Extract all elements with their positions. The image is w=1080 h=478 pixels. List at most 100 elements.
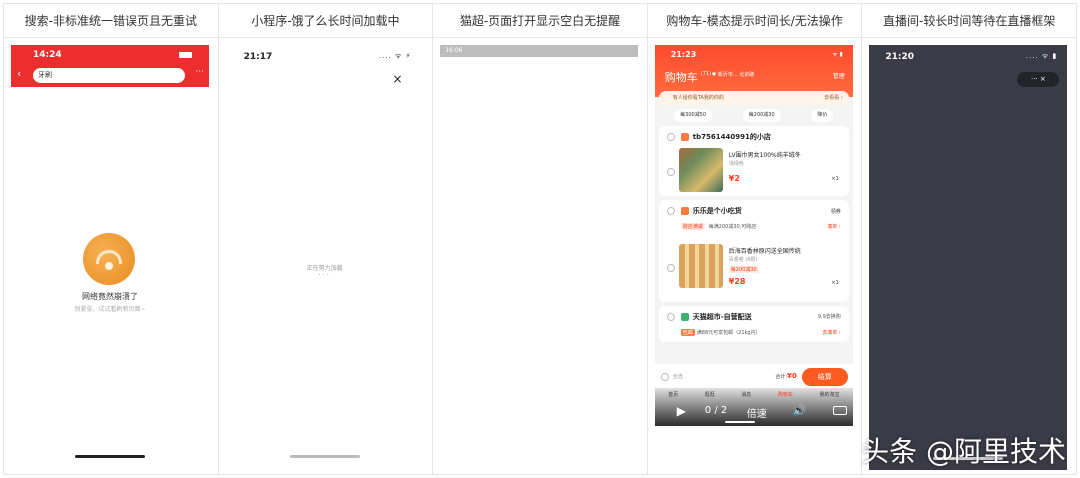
tab-mine[interactable]: 我的淘宝 — [819, 391, 839, 398]
tmall-icon — [680, 313, 689, 321]
notice-more[interactable]: 去看看 › — [824, 91, 843, 105]
product-qty[interactable]: ×1 — [831, 176, 838, 182]
shop-name[interactable]: 乐乐是个小吃货 — [693, 206, 742, 216]
status-time: 21:17 — [243, 52, 273, 62]
column-live: 直播间-较长时间等待在直播框架 21:20 .... ᯤ ▮ ··· × — [862, 4, 1077, 475]
live-room-screenshot: 21:20 .... ᯤ ▮ ··· × — [869, 45, 1068, 470]
checkout-button[interactable]: 结算 — [801, 368, 848, 386]
item-checkbox[interactable] — [666, 168, 675, 176]
total: 合计:¥0 — [775, 372, 797, 380]
back-arrow-icon[interactable]: ‹ — [17, 67, 21, 80]
status-time: 14:24 — [33, 50, 62, 60]
tab-bar: 首页 逛逛 消息 购物车 我的淘宝 — [655, 391, 853, 398]
pip-icon[interactable] — [832, 406, 847, 415]
manage-button[interactable]: 管理 — [833, 71, 845, 80]
tab-explore[interactable]: 逛逛 — [705, 391, 715, 398]
cart-count: (71) — [700, 71, 712, 77]
error-subtitle: 别紧张，试试看刷新页面~ — [74, 306, 146, 313]
error-title: 网络竟然崩溃了 — [82, 292, 138, 301]
coupon-chip[interactable]: 每300减50 — [674, 109, 713, 122]
cart-header: 21:23 ᯤ ▮ 购物车 (71) ♥ 新沂市... 北京路 管理 — [654, 45, 853, 97]
product-name[interactable]: LV围巾男女100%纯羊绒冬 — [729, 150, 801, 159]
product-image[interactable] — [678, 148, 723, 192]
shop-card: tb7561440991的小店 LV围巾男女100%纯羊绒冬 浅绿色 ¥2 ×1 — [658, 126, 849, 196]
close-icon[interactable]: × — [393, 72, 403, 86]
add-items-link[interactable]: 去凑单 › — [822, 329, 841, 336]
page-title: 购物车 — [664, 71, 698, 84]
status-bar: 16:06 — [440, 45, 639, 57]
product-spec[interactable]: 百香卷 (6根) — [729, 256, 758, 263]
column-search: 搜索-非标准统一错误页且无重试 14:24 ‹ 牙刷 ··· 网络竟然崩溃了 别… — [4, 4, 219, 475]
status-icons: .... ᯤ ▮ — [1025, 52, 1058, 60]
comparison-grid: 搜索-非标准统一错误页且无重试 14:24 ‹ 牙刷 ··· 网络竟然崩溃了 别… — [3, 3, 1077, 475]
column-title: 直播间-较长时间等待在直播框架 — [862, 4, 1076, 38]
column-title: 猫超-页面打开显示空白无提醒 — [433, 4, 647, 38]
volume-icon[interactable]: 🔊 — [793, 404, 807, 417]
network-crash-icon — [83, 233, 135, 285]
column-miniprogram: 小程序-饿了么长时间加载中 21:17 .... ᯤ ⚡ × 正在努力加载 ··… — [218, 4, 434, 475]
status-time: 21:20 — [885, 52, 915, 62]
search-header: 14:24 ‹ 牙刷 ··· — [11, 45, 209, 87]
column-title: 小程序-饿了么长时间加载中 — [218, 4, 433, 38]
shop-icon — [680, 207, 689, 215]
play-icon[interactable]: ▶ — [677, 404, 686, 418]
cart-screenshot: 21:23 ᯤ ▮ 购物车 (71) ♥ 新沂市... 北京路 管理 有人给你看… — [654, 45, 853, 426]
watermark: 头条 @阿里技术 — [861, 435, 1066, 468]
status-icons: .... ᯤ ⚡ — [378, 52, 412, 60]
shop-name[interactable]: tb7561440991的小店 — [693, 132, 771, 142]
miniprogram-loading-screenshot: 21:17 .... ᯤ ⚡ × 正在努力加载 ··· — [225, 45, 424, 470]
product-price: ¥28 — [728, 277, 746, 286]
speed-button[interactable]: 倍速 — [747, 405, 767, 420]
notice-text: 有人给你看TA我的你的 — [672, 95, 724, 101]
promo-text: 每满200减30,可跨店 — [708, 224, 757, 230]
notice-bar[interactable]: 有人给你看TA我的你的 去看看 › — [658, 91, 849, 105]
playback-time: 0 / 2 — [704, 405, 728, 416]
column-title: 搜索-非标准统一错误页且无重试 — [4, 4, 218, 38]
status-time: 21:23 — [670, 50, 697, 59]
coupon-row: 每300减50 每200减30 降价 — [655, 109, 853, 122]
shop-name[interactable]: 天猫超市-自营配送 — [693, 312, 752, 322]
shop-checkbox[interactable] — [666, 133, 675, 141]
loading-dots: ··· — [318, 271, 331, 279]
miniapp-capsule[interactable]: ··· × — [1017, 72, 1060, 87]
battery-icon — [179, 52, 192, 58]
tab-messages[interactable]: 消息 — [741, 391, 751, 398]
product-name[interactable]: 后海百香林原闪送全国传统 — [729, 246, 801, 255]
shop-card: 乐乐是个小吃货 领券 跨店满减 每满200减30,可跨店 凑单 › 后海百香林原… — [658, 200, 849, 302]
video-control-bar: 首页 逛逛 消息 购物车 我的淘宝 ▶ 0 / 2 倍速 🔊 — [654, 388, 853, 426]
location[interactable]: ♥ 新沂市... 北京路 — [712, 71, 754, 78]
column-title: 购物车-模态提示时间长/无法操作 — [647, 4, 862, 38]
get-coupon-button[interactable]: 领券 — [831, 208, 841, 215]
shop-checkbox[interactable] — [666, 313, 675, 321]
select-all-checkbox[interactable] — [660, 373, 669, 381]
column-cart: 购物车-模态提示时间长/无法操作 21:23 ᯤ ▮ 购物车 (71) ♥ 新沂… — [647, 4, 863, 475]
promo-tag: 跨店满减 — [680, 223, 705, 230]
tab-home[interactable]: 首页 — [668, 391, 678, 398]
progress-bar[interactable] — [724, 421, 755, 423]
exchange-link[interactable]: 9.9去换购 — [818, 313, 841, 320]
free-ship-tag: 包邮 — [680, 329, 695, 336]
product-tag: 每200减30 — [728, 266, 759, 273]
column-maochao: 猫超-页面打开显示空白无提醒 16:06 — [433, 4, 648, 475]
shop-icon — [680, 133, 689, 141]
blank-page-screenshot: 16:06 — [440, 45, 639, 470]
home-indicator — [289, 455, 360, 458]
product-image[interactable] — [678, 244, 723, 288]
shop-card: 天猫超市-自营配送 9.9去换购 包邮 满88元可享包邮（21kg内） 去凑单 … — [658, 306, 849, 342]
coupon-chip[interactable]: 降价 — [811, 109, 834, 122]
product-spec[interactable]: 浅绿色 — [729, 160, 744, 167]
free-ship-text: 满88元可享包邮（21kg内） — [696, 330, 761, 336]
home-indicator — [75, 455, 145, 458]
cart-footer: 全选 合计:¥0 结算 — [654, 364, 853, 388]
search-error-screenshot: 14:24 ‹ 牙刷 ··· 网络竟然崩溃了 别紧张，试试看刷新页面~ — [11, 45, 209, 470]
product-qty[interactable]: ×1 — [831, 280, 838, 286]
shop-checkbox[interactable] — [666, 207, 675, 215]
select-all-label[interactable]: 全选 — [673, 373, 683, 380]
tab-cart[interactable]: 购物车 — [778, 391, 793, 398]
more-button[interactable]: ··· — [195, 67, 204, 77]
item-checkbox[interactable] — [666, 264, 675, 272]
status-icons: ᯤ ▮ — [832, 51, 843, 58]
coupon-chip[interactable]: 每200减30 — [742, 109, 781, 122]
search-input[interactable]: 牙刷 — [33, 68, 185, 83]
promo-link[interactable]: 凑单 › — [827, 223, 841, 230]
